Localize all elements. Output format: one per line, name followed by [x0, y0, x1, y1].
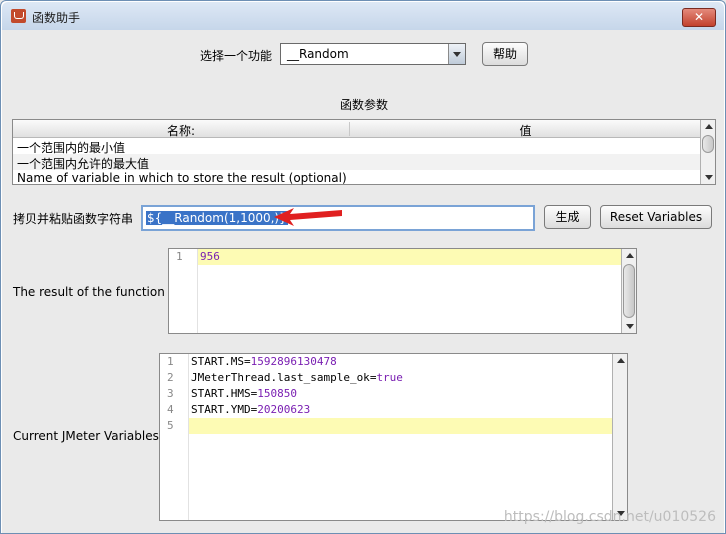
params-table: 名称: 值 一个范围内的最小值 一个范围内允许的最大值 Name of vari…	[12, 119, 716, 185]
scroll-up-icon[interactable]	[613, 354, 627, 367]
result-label: The result of the function is	[13, 285, 179, 299]
params-scrollbar[interactable]	[700, 120, 715, 184]
variables-editor[interactable]: 1 2 3 4 5 START.MS=1592896130478 JMeterT…	[159, 353, 628, 521]
copy-string-label: 拷贝并粘贴函数字符串	[13, 212, 134, 226]
content-panel: 选择一个功能 __Random 帮助 函数参数 名称: 值 一个范围内的最小值 …	[2, 30, 724, 533]
function-select-label: 选择一个功能	[200, 49, 273, 63]
column-header-value[interactable]: 值	[350, 122, 701, 139]
variable-key: START.HMS	[191, 387, 251, 400]
chevron-down-icon[interactable]	[448, 44, 465, 64]
java-app-icon	[11, 9, 26, 23]
window-title: 函数助手	[32, 11, 81, 25]
params-table-header: 名称: 值	[13, 120, 701, 138]
scroll-thumb[interactable]	[623, 264, 635, 318]
line-number-gutter: 1	[169, 249, 198, 333]
variable-key: START.MS	[191, 355, 244, 368]
scroll-down-icon[interactable]	[622, 320, 636, 333]
function-select-value: __Random	[287, 47, 349, 61]
variable-key: JMeterThread.last_sample_ok	[191, 371, 370, 384]
line-number: 4	[167, 403, 174, 416]
params-section-title: 函数参数	[340, 98, 389, 112]
scroll-up-icon[interactable]	[622, 249, 636, 262]
line-number: 5	[167, 419, 174, 432]
result-value: 956	[200, 250, 220, 263]
variable-value: 20200623	[257, 403, 311, 416]
code-line	[189, 418, 613, 434]
scroll-thumb[interactable]	[702, 135, 714, 153]
scroll-up-icon[interactable]	[701, 120, 715, 133]
param-name: Name of variable in which to store the r…	[17, 171, 347, 185]
code-line: 956	[198, 249, 622, 265]
column-header-name[interactable]: 名称:	[13, 122, 350, 138]
code-line: START.YMD=20200623	[191, 403, 311, 416]
variable-value: 150850	[257, 387, 297, 400]
variables-scrollbar[interactable]	[612, 354, 627, 520]
line-number-gutter: 1 2 3 4 5	[160, 354, 189, 520]
scroll-down-icon[interactable]	[701, 171, 715, 184]
function-string-value: ${__Random(1,1000,)}	[146, 211, 288, 225]
line-number: 2	[167, 371, 174, 384]
title-bar: 函数助手 ✕	[2, 2, 724, 30]
reset-variables-button[interactable]: Reset Variables	[600, 205, 712, 229]
code-line: START.MS=1592896130478	[191, 355, 337, 368]
variables-label: Current JMeter Variables	[13, 429, 159, 443]
dialog-window: 函数助手 ✕ 选择一个功能 __Random 帮助 函数参数 名称: 值 一个范…	[0, 0, 726, 534]
generate-button[interactable]: 生成	[544, 205, 591, 229]
code-line: JMeterThread.last_sample_ok=true	[191, 371, 403, 384]
line-number: 1	[167, 355, 174, 368]
function-select[interactable]: __Random	[280, 43, 466, 65]
code-line: START.HMS=150850	[191, 387, 297, 400]
watermark-text: https://blog.csdn.net/u010526	[503, 509, 716, 525]
line-number: 1	[176, 250, 183, 263]
line-number: 3	[167, 387, 174, 400]
table-row[interactable]: Name of variable in which to store the r…	[13, 170, 701, 186]
table-row[interactable]: 一个范围内允许的最大值	[13, 154, 701, 171]
close-button[interactable]: ✕	[682, 8, 716, 27]
result-editor[interactable]: 1 956	[168, 248, 637, 334]
variable-value: 1592896130478	[250, 355, 337, 368]
variable-key: START.YMD	[191, 403, 251, 416]
variable-value: true	[376, 371, 403, 384]
help-button[interactable]: 帮助	[482, 42, 528, 66]
table-row[interactable]: 一个范围内的最小值	[13, 138, 701, 155]
result-scrollbar[interactable]	[621, 249, 636, 333]
red-arrow-annotation	[274, 208, 342, 226]
